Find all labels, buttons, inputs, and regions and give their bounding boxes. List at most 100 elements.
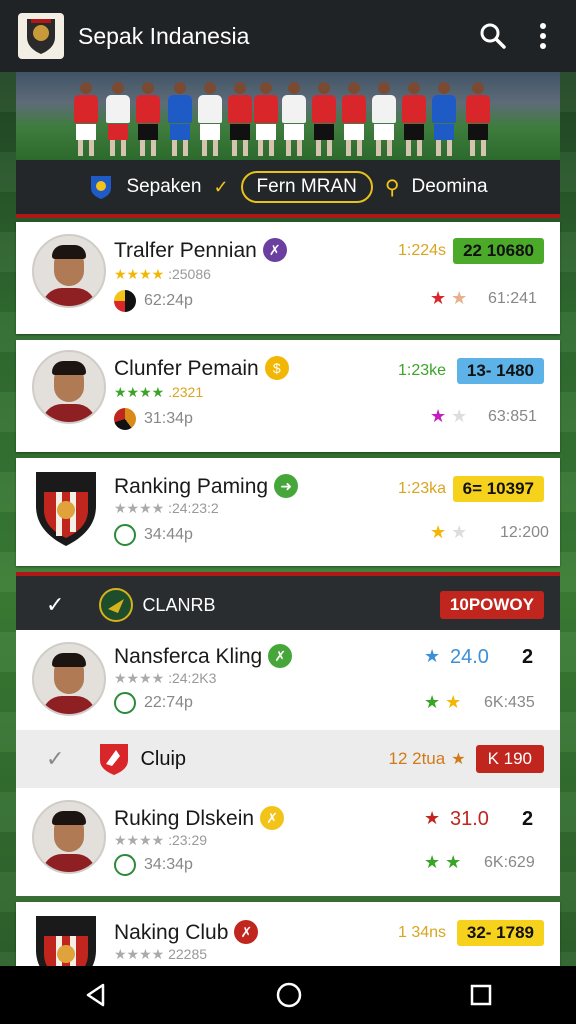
player-name-text: Nansferca Kling: [114, 645, 263, 668]
player-name: Ranking Paming ➜: [114, 474, 299, 499]
score-badge[interactable]: 6= 10397: [452, 476, 544, 502]
club-filter-label[interactable]: Sepaken: [126, 176, 201, 198]
tag-icon: ✗: [234, 920, 259, 944]
player-avatar: [32, 642, 106, 716]
star-icon: ★: [451, 751, 466, 768]
player-figure: [198, 82, 222, 158]
rating-stars: ★★★★ 22285: [114, 946, 208, 962]
score-badge[interactable]: 13- 1480: [456, 358, 544, 384]
team-photo-banner: [16, 72, 560, 160]
star-icon: ★: [424, 808, 441, 828]
sub-text: 34:34p: [144, 856, 193, 873]
sub-text: 31:34p: [144, 410, 193, 427]
tab-filter-pill[interactable]: Fern MRAN: [240, 171, 373, 203]
more-vertical-icon[interactable]: [518, 11, 568, 61]
club-emblem-icon: [99, 588, 134, 622]
star-icons: ★ ★: [424, 852, 462, 872]
tag-icon: ✗: [262, 238, 287, 262]
list-item[interactable]: Clunfer Pemain $ ★★★★ .2321 31:34p 1:23ke…: [16, 340, 560, 452]
rank-value: 2: [522, 808, 534, 830]
player-figure: [342, 82, 366, 158]
section-header[interactable]: ✓ Cluip 12 2tua ★ K 190: [16, 730, 560, 788]
player-avatar: [32, 234, 106, 308]
sub-info: 62:24p: [114, 290, 193, 312]
recents-icon[interactable]: [469, 983, 493, 1007]
club-mini-icon: [114, 692, 136, 714]
stars-text: :25086: [168, 266, 211, 282]
player-avatar: [32, 350, 106, 424]
club-shield-icon: [91, 176, 112, 199]
section-title: Cluip: [140, 747, 187, 770]
list-item[interactable]: Naking Club ✗ ★★★★ 22285 1 34ns 32- 1789: [16, 902, 560, 966]
star-count: 6K:435: [484, 694, 535, 711]
club-shield-logo[interactable]: [18, 13, 64, 59]
chevron-down-icon[interactable]: ✓: [213, 177, 228, 198]
back-icon[interactable]: [83, 982, 109, 1008]
list-item[interactable]: Nansferca Kling ✗ ★★★★ :24:2K3 22:74p ★ 2…: [16, 630, 560, 730]
star-count: 6K:629: [484, 854, 535, 871]
player-name: Tralfer Pennian ✗: [114, 238, 287, 263]
player-avatar: [32, 800, 106, 874]
rating-stars: ★★★★ :24:2K3: [114, 670, 217, 686]
list-item[interactable]: Ranking Paming ➜ ★★★★ :24:23:2 34:44p 1:2…: [16, 458, 560, 566]
player-figure: [282, 82, 306, 158]
star-icons: ★ ★: [430, 288, 468, 308]
club-badge-icon: [36, 472, 96, 546]
section-badge[interactable]: 10POWOY: [439, 591, 544, 619]
player-figure: [106, 82, 130, 158]
search-icon[interactable]: ⚲: [385, 175, 400, 200]
sub-info: 34:44p: [114, 524, 193, 546]
player-figure: [228, 82, 252, 158]
list-item[interactable]: Tralfer Pennian ✗ ★★★★ :25086 62:24p 1:22…: [16, 222, 560, 334]
club-shield-icon: [100, 744, 129, 775]
sub-text: 22:74p: [144, 694, 193, 711]
home-icon[interactable]: [275, 981, 303, 1009]
sub-text: 62:24p: [144, 292, 193, 309]
club-badge-icon: [36, 916, 96, 966]
sub-info: 22:74p: [114, 692, 193, 714]
club-mini-icon: [114, 290, 136, 312]
check-icon[interactable]: ✓: [46, 592, 64, 618]
app-bar: Sepak Indanesia: [0, 0, 576, 72]
rating-stars: ★★★★ :24:23:2: [114, 500, 219, 516]
rating-value: 31.0: [450, 808, 489, 830]
player-name: Nansferca Kling ✗: [114, 644, 293, 669]
star-icon: ★: [424, 646, 441, 666]
section-value: 12 2tua: [388, 749, 446, 768]
rating-stars: ★★★★ .2321: [114, 384, 204, 400]
stars-text: :23:29: [168, 832, 208, 848]
star-icons: ★ ★: [430, 406, 468, 426]
section-badge[interactable]: K 190: [475, 745, 544, 773]
score-badge[interactable]: 32- 1789: [456, 920, 544, 946]
player-figure: [402, 82, 426, 158]
score-badge[interactable]: 22 10680: [453, 238, 544, 264]
section-header[interactable]: ✓ CLANRB 10POWOY: [16, 572, 560, 634]
rating-value: 24.0: [450, 646, 489, 668]
club-mini-icon: [114, 854, 136, 876]
stars-text: :24:23:2: [168, 500, 219, 516]
list-item[interactable]: Ruking Dlskein ✗ ★★★★ :23:29 34:34p ★ 31.…: [16, 788, 560, 896]
check-icon[interactable]: ✓: [46, 746, 64, 772]
player-name: Clunfer Pemain $: [114, 356, 289, 381]
search-icon[interactable]: [468, 11, 518, 61]
star-icons: ★ ★: [430, 522, 468, 542]
player-figure: [466, 82, 490, 158]
club-mini-icon: [114, 524, 136, 546]
search-filter-label[interactable]: Deomina: [412, 176, 488, 198]
rating-stars: ★★★★ :25086: [114, 266, 211, 282]
player-name-text: Ranking Paming: [114, 475, 269, 498]
right-value: 1:224s: [398, 242, 447, 259]
player-figure: [136, 82, 160, 158]
player-name-text: Clunfer Pemain: [114, 357, 259, 380]
player-figure: [432, 82, 456, 158]
tag-icon: ✗: [268, 644, 293, 668]
player-figure: [168, 82, 192, 158]
system-nav-bar: [0, 966, 576, 1024]
star-count: 61:241: [488, 290, 537, 307]
player-figure: [372, 82, 396, 158]
rating-stars: ★★★★ :23:29: [114, 832, 208, 848]
section-title: CLANRB: [142, 594, 216, 615]
player-name: Ruking Dlskein ✗: [114, 806, 285, 831]
player-name: Naking Club ✗: [114, 920, 259, 945]
player-name-text: Naking Club: [114, 921, 229, 944]
